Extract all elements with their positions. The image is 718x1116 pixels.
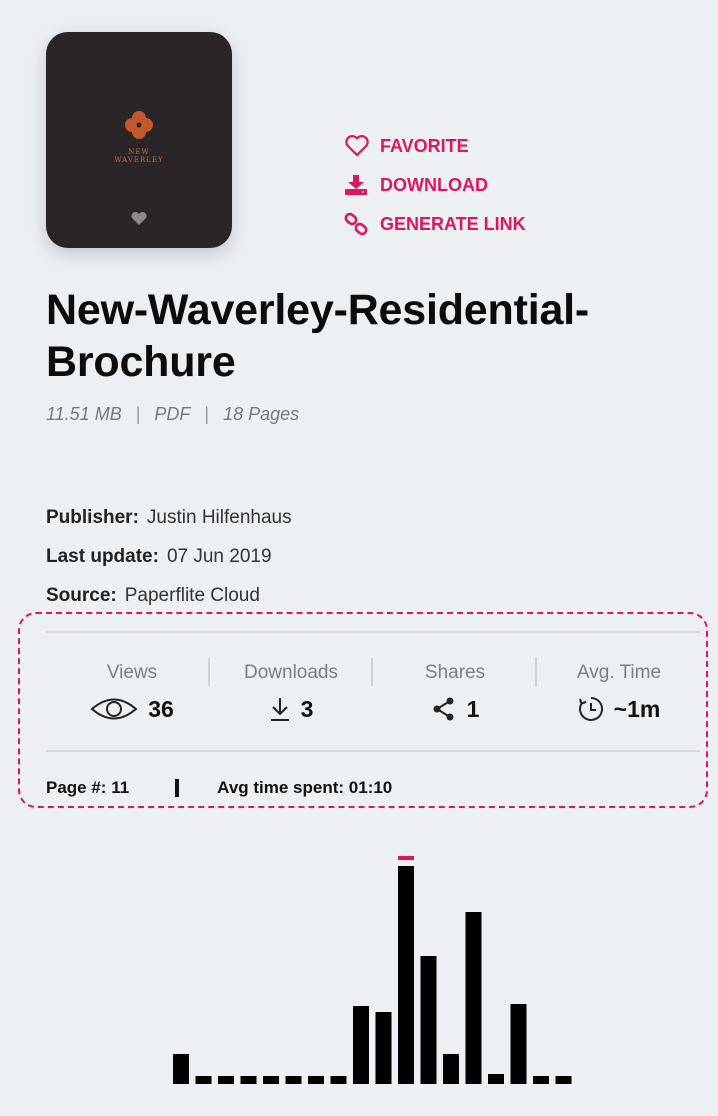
shares-value: 1 xyxy=(466,695,480,722)
chart-bar-page-6[interactable] xyxy=(285,1076,302,1084)
selected-page-marker xyxy=(398,856,414,860)
last-update-label: Last update: xyxy=(46,546,159,567)
publisher-row: Publisher: Justin Hilfenhaus xyxy=(46,498,292,537)
chart-bar-page-1[interactable] xyxy=(173,1054,189,1084)
chart-bar-page-13[interactable] xyxy=(443,1054,459,1084)
download-button[interactable]: DOWNLOAD xyxy=(344,171,526,199)
page-summary: Page #: 11 Avg time spent: 01:10 xyxy=(46,778,392,798)
stat-divider xyxy=(371,658,373,686)
shares-label: Shares xyxy=(424,662,486,683)
chart-bar-page-8[interactable] xyxy=(330,1076,347,1084)
chart-bar-page-4[interactable] xyxy=(240,1076,257,1084)
chart-bar-page-14[interactable] xyxy=(465,912,482,1084)
download-arrow-icon xyxy=(269,696,291,722)
chart-bar-page-18[interactable] xyxy=(555,1076,572,1084)
downloads-label: Downloads xyxy=(244,662,338,683)
chart-bar-page-16[interactable] xyxy=(510,1004,527,1084)
share-icon xyxy=(431,696,457,722)
chart-bar-page-7[interactable] xyxy=(308,1076,324,1084)
source-row: Source: Paperflite Cloud xyxy=(46,576,292,615)
heart-icon xyxy=(344,134,372,158)
chart-bar-page-17[interactable] xyxy=(533,1076,549,1084)
avg-time-spent: Avg time spent: 01:10 xyxy=(217,778,393,797)
views-value: 36 xyxy=(148,695,174,722)
stats-divider-bottom xyxy=(46,750,700,752)
source-label: Source: xyxy=(46,585,117,606)
stat-divider xyxy=(535,658,537,686)
stats-divider-top xyxy=(46,631,700,633)
thumbnail-brand-text: NEW WAVERLEY xyxy=(114,148,164,164)
publisher-mark xyxy=(131,212,147,225)
page-views-chart xyxy=(173,856,572,1084)
views-label: Views xyxy=(106,662,158,683)
shares-stat: Shares 1 xyxy=(375,660,535,724)
favorite-label: FAVORITE xyxy=(380,135,469,156)
avg-time-label: Avg. Time xyxy=(576,662,662,683)
link-icon xyxy=(344,212,372,236)
avg-time-value: ~1m xyxy=(613,695,661,722)
document-meta: 11.51 MB | PDF | 18 Pages xyxy=(46,404,299,425)
stat-divider xyxy=(208,658,210,686)
page-summary-separator xyxy=(175,779,180,797)
download-label: DOWNLOAD xyxy=(380,174,488,195)
favorite-button[interactable]: FAVORITE xyxy=(344,132,526,160)
last-update-value: 07 Jun 2019 xyxy=(166,546,272,567)
page-count: 18 Pages xyxy=(223,404,300,424)
download-icon xyxy=(344,173,372,197)
generate-link-label: GENERATE LINK xyxy=(380,213,526,234)
meta-separator: | xyxy=(204,404,210,424)
document-title: New-Waverley-Residential- Brochure xyxy=(46,284,706,388)
chart-bar-page-10[interactable] xyxy=(375,1012,392,1084)
publisher-value: Justin Hilfenhaus xyxy=(146,507,292,528)
chart-bar-page-11[interactable] xyxy=(398,866,414,1084)
chart-bar-page-3[interactable] xyxy=(218,1076,234,1084)
downloads-stat: Downloads 3 xyxy=(211,660,371,724)
file-size: 11.51 MB xyxy=(46,404,122,424)
page-stats-panel: Views 36 Downloads 3 Shares 1 Avg. Time … xyxy=(18,612,708,808)
generate-link-button[interactable]: GENERATE LINK xyxy=(344,210,526,238)
source-value: Paperflite Cloud xyxy=(124,585,260,606)
last-update-row: Last update: 07 Jun 2019 xyxy=(46,537,292,576)
downloads-value: 3 xyxy=(300,695,314,722)
clock-icon xyxy=(578,696,604,722)
document-title-line2: Brochure xyxy=(46,338,236,386)
document-info: Publisher: Justin Hilfenhaus Last update:… xyxy=(46,498,292,615)
chart-bar-page-12[interactable] xyxy=(420,956,437,1084)
file-type: PDF xyxy=(154,404,191,424)
chart-bar-page-15[interactable] xyxy=(488,1074,504,1084)
avg-time-stat: Avg. Time ~1m xyxy=(539,660,699,724)
meta-separator: | xyxy=(135,404,141,424)
publisher-label: Publisher: xyxy=(46,507,139,528)
document-title-line1: New-Waverley-Residential- xyxy=(46,286,590,334)
chart-bar-page-5[interactable] xyxy=(263,1076,279,1084)
document-actions: FAVORITE DOWNLOAD GENERATE LINK xyxy=(344,132,526,249)
eye-icon xyxy=(90,696,138,722)
chart-bar-page-2[interactable] xyxy=(195,1076,212,1084)
chart-bar-page-9[interactable] xyxy=(353,1006,369,1084)
page-number: Page #: 11 xyxy=(46,778,130,797)
document-thumbnail[interactable]: NEW WAVERLEY xyxy=(46,32,232,248)
brand-logo xyxy=(125,111,153,139)
views-stat: Views 36 xyxy=(52,660,212,724)
